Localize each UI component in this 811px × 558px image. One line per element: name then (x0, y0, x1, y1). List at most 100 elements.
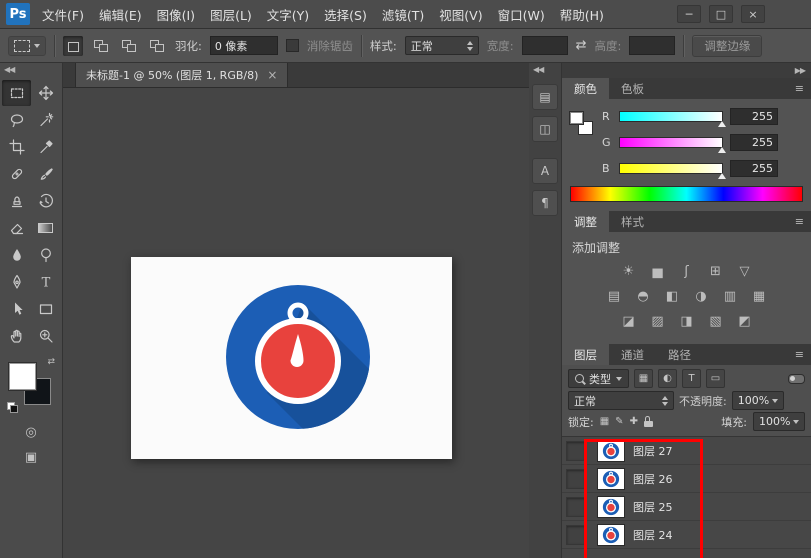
character-panel-icon[interactable]: A (532, 158, 558, 184)
layer-thumbnail[interactable] (597, 440, 625, 462)
add-to-selection-button[interactable] (91, 36, 111, 56)
menu-file[interactable]: 文件(F) (42, 5, 84, 24)
channel-g-slider[interactable] (619, 137, 723, 148)
gradient-map-icon[interactable]: ▧ (705, 313, 727, 330)
eyedropper-tool[interactable] (31, 134, 60, 160)
blur-tool[interactable] (2, 242, 31, 268)
gradient-tool[interactable] (31, 215, 60, 241)
paragraph-panel-icon[interactable]: ¶ (532, 190, 558, 216)
layer-thumbnail[interactable] (597, 496, 625, 518)
hand-tool[interactable] (2, 323, 31, 349)
antialias-checkbox[interactable] (286, 39, 299, 52)
swap-colors-icon[interactable]: ⇄ (47, 357, 55, 367)
subtract-from-selection-button[interactable] (119, 36, 139, 56)
screen-mode-button[interactable]: ▣ (25, 450, 37, 465)
posterize-icon[interactable]: ▨ (647, 313, 669, 330)
channel-r-value[interactable] (730, 108, 778, 125)
intersect-selection-button[interactable] (147, 36, 167, 56)
eraser-tool[interactable] (2, 215, 31, 241)
opacity-dropdown[interactable]: 100% (732, 391, 784, 410)
lasso-tool[interactable] (2, 107, 31, 133)
threshold-icon[interactable]: ◨ (676, 313, 698, 330)
brightness-contrast-icon[interactable]: ☀ (618, 263, 640, 280)
default-colors-icon[interactable] (7, 402, 18, 413)
width-input[interactable] (522, 36, 568, 55)
layer-row[interactable]: 图层 24 (562, 521, 811, 549)
hue-saturation-icon[interactable]: ▤ (603, 288, 625, 305)
lock-position-icon[interactable]: ✚ (630, 416, 638, 427)
quick-mask-button[interactable]: ◎ (25, 425, 36, 440)
layer-row[interactable]: 图层 27 (562, 437, 811, 465)
fill-dropdown[interactable]: 100% (753, 412, 805, 431)
channel-r-slider[interactable] (619, 111, 723, 122)
curves-icon[interactable]: ʃ (676, 263, 698, 280)
visibility-toggle[interactable] (566, 525, 586, 545)
visibility-toggle[interactable] (566, 469, 586, 489)
rectangle-tool[interactable] (31, 296, 60, 322)
menu-view[interactable]: 视图(V) (439, 5, 482, 24)
pen-tool[interactable] (2, 269, 31, 295)
layer-thumbnail[interactable] (597, 524, 625, 546)
selective-color-icon[interactable]: ◩ (734, 313, 756, 330)
filter-type-dropdown[interactable]: 类型 (568, 369, 629, 388)
panel-menu-icon[interactable]: ≡ (795, 215, 804, 228)
tool-preset-picker[interactable] (8, 36, 46, 56)
history-brush-tool[interactable] (31, 188, 60, 214)
rectangular-marquee-tool[interactable] (2, 80, 31, 106)
channel-b-slider[interactable] (619, 163, 723, 174)
menu-window[interactable]: 窗口(W) (498, 5, 545, 24)
new-selection-button[interactable] (63, 36, 83, 56)
document-tab[interactable]: 未标题-1 @ 50% (图层 1, RGB/8) × (75, 63, 288, 87)
close-button[interactable]: × (741, 5, 765, 23)
history-panel-icon[interactable]: ▤ (532, 84, 558, 110)
tab-styles[interactable]: 样式 (609, 211, 656, 232)
channel-g-value[interactable] (730, 134, 778, 151)
tab-layers[interactable]: 图层 (562, 344, 609, 365)
lock-image-pixels-icon[interactable]: ✎ (615, 416, 623, 427)
expand-panels-icon[interactable]: ◀◀ (529, 63, 543, 78)
layer-thumbnail[interactable] (597, 468, 625, 490)
menu-help[interactable]: 帮助(H) (560, 5, 604, 24)
visibility-toggle[interactable] (566, 497, 586, 517)
lock-transparent-pixels-icon[interactable]: ▦ (600, 416, 609, 427)
path-selection-tool[interactable] (2, 296, 31, 322)
exposure-icon[interactable]: ⊞ (705, 263, 727, 280)
color-balance-icon[interactable]: ◓ (632, 288, 654, 305)
brush-tool[interactable] (31, 161, 60, 187)
tab-color[interactable]: 颜色 (562, 78, 609, 99)
magic-wand-tool[interactable] (31, 107, 60, 133)
tab-paths[interactable]: 路径 (656, 344, 703, 365)
move-tool[interactable] (31, 80, 60, 106)
invert-icon[interactable]: ◪ (618, 313, 640, 330)
lock-all-icon[interactable] (644, 416, 653, 427)
layer-row[interactable]: 图层 25 (562, 493, 811, 521)
blend-mode-dropdown[interactable]: 正常 (568, 391, 674, 410)
levels-icon[interactable]: ▅ (647, 263, 669, 280)
zoom-tool[interactable] (31, 323, 60, 349)
clone-stamp-tool[interactable] (2, 188, 31, 214)
menu-filter[interactable]: 滤镜(T) (382, 5, 424, 24)
tab-swatches[interactable]: 色板 (609, 78, 656, 99)
menu-select[interactable]: 选择(S) (324, 5, 367, 24)
filter-pixel-layers-button[interactable]: ▦ (634, 369, 653, 388)
type-tool[interactable]: T (31, 269, 60, 295)
properties-panel-icon[interactable]: ◫ (532, 116, 558, 142)
panel-menu-icon[interactable]: ≡ (795, 348, 804, 361)
visibility-toggle[interactable] (566, 441, 586, 461)
minimize-button[interactable]: ─ (677, 5, 701, 23)
filter-shape-layers-button[interactable]: ▭ (706, 369, 725, 388)
layer-row[interactable]: 图层 26 (562, 465, 811, 493)
menu-edit[interactable]: 编辑(E) (99, 5, 142, 24)
menu-type[interactable]: 文字(Y) (267, 5, 309, 24)
collapse-dock-icon[interactable]: ▶▶ (562, 63, 811, 78)
photo-filter-icon[interactable]: ◑ (690, 288, 712, 305)
filter-adjustment-layers-button[interactable]: ◐ (658, 369, 677, 388)
menu-image[interactable]: 图像(I) (157, 5, 195, 24)
tab-close-icon[interactable]: × (267, 68, 277, 82)
tab-adjustments[interactable]: 调整 (562, 211, 609, 232)
tab-channels[interactable]: 通道 (609, 344, 656, 365)
vibrance-icon[interactable]: ▽ (734, 263, 756, 280)
filter-type-layers-button[interactable]: T (682, 369, 701, 388)
spot-healing-brush-tool[interactable] (2, 161, 31, 187)
color-spectrum-ramp[interactable] (570, 186, 803, 202)
